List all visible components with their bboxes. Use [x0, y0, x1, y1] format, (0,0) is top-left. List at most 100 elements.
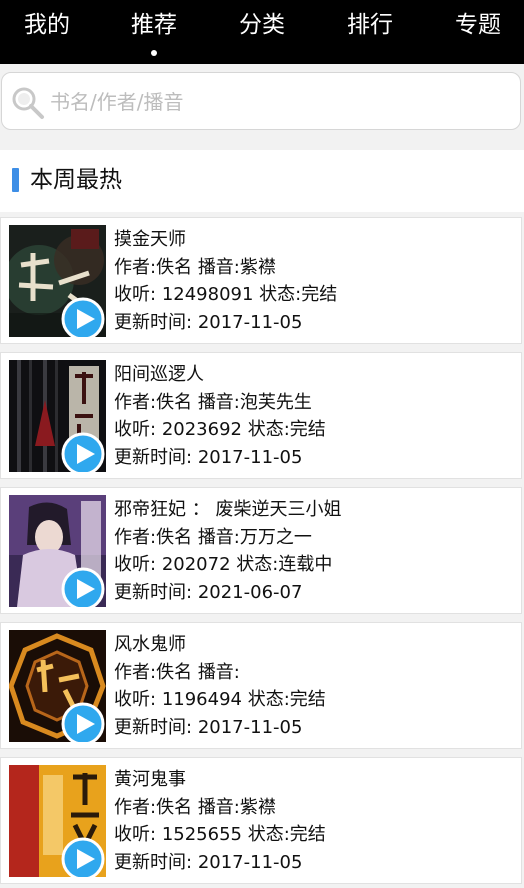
author-label: 作者: — [114, 526, 157, 548]
search-icon[interactable] — [10, 85, 46, 121]
book-info: 邪帝狂妃 ： 废柴逆天三小姐 作者:佚名 播音:万万之一 收听: 202072 … — [114, 496, 341, 606]
book-cover[interactable] — [9, 360, 106, 472]
book-stats: 收听: 12498091 状态:完结 — [114, 281, 337, 309]
author-label: 作者: — [114, 796, 157, 818]
book-credits: 作者:佚名 播音:泡芙先生 — [114, 389, 326, 417]
status-label: 状态: — [247, 824, 290, 845]
status-label: 状态: — [259, 284, 302, 305]
updated-date: 2017-11-05 — [197, 311, 303, 333]
status-label: 状态: — [247, 689, 290, 710]
search-bar — [1, 72, 521, 130]
active-tab-indicator — [151, 50, 157, 56]
book-credits: 作者:佚名 播音:紫襟 — [114, 794, 326, 822]
book-cover[interactable] — [9, 630, 106, 742]
narrator-label: 播音: — [197, 526, 240, 548]
narrator-label: 播音: — [197, 256, 240, 278]
book-updated: 更新时间: 2017-11-05 — [114, 849, 326, 877]
list-item[interactable]: 邪帝狂妃 ： 废柴逆天三小姐 作者:佚名 播音:万万之一 收听: 202072 … — [0, 487, 522, 614]
section-accent-bar — [12, 168, 19, 192]
book-status: 完结 — [289, 824, 326, 845]
listens-label: 收听: — [114, 284, 157, 305]
status-label: 状态: — [236, 554, 279, 575]
listens-label: 收听: — [114, 689, 157, 710]
book-title[interactable]: 阳间巡逻人 — [114, 361, 326, 389]
section-header: 本周最热 — [0, 150, 524, 212]
book-status: 完结 — [289, 689, 326, 710]
book-stats: 收听: 202072 状态:连载中 — [114, 551, 341, 579]
tab-mine[interactable]: 我的 — [7, 10, 87, 40]
list-item[interactable]: 摸金天师 作者:佚名 播音:紫襟 收听: 12498091 状态:完结 更新时间… — [0, 217, 522, 344]
author-name: 佚名 — [156, 796, 193, 818]
narrator-label: 播音: — [197, 661, 240, 683]
play-icon[interactable] — [61, 837, 105, 877]
listen-count: 1196494 — [161, 689, 242, 710]
updated-label: 更新时间: — [114, 311, 193, 333]
book-title[interactable]: 摸金天师 — [114, 226, 337, 254]
book-info: 黄河鬼事 作者:佚名 播音:紫襟 收听: 1525655 状态:完结 更新时间:… — [114, 766, 326, 876]
tab-label: 分类 — [239, 12, 285, 38]
book-status: 完结 — [301, 284, 338, 305]
tab-topics[interactable]: 专题 — [438, 10, 518, 40]
listens-label: 收听: — [114, 419, 157, 440]
author-label: 作者: — [114, 391, 157, 413]
tab-category[interactable]: 分类 — [222, 10, 302, 40]
tab-recommend[interactable]: 推荐 — [114, 10, 194, 56]
updated-date: 2017-11-05 — [197, 851, 303, 873]
book-info: 阳间巡逻人 作者:佚名 播音:泡芙先生 收听: 2023692 状态:完结 更新… — [114, 361, 326, 471]
play-icon[interactable] — [61, 702, 105, 742]
tab-label: 我的 — [24, 12, 70, 38]
book-cover[interactable] — [9, 225, 106, 337]
narrator-name: 紫襟 — [239, 256, 276, 278]
book-title[interactable]: 邪帝狂妃 ： 废柴逆天三小姐 — [114, 496, 341, 524]
book-title[interactable]: 黄河鬼事 — [114, 766, 326, 794]
book-stats: 收听: 1525655 状态:完结 — [114, 821, 326, 849]
listen-count: 1525655 — [161, 824, 242, 845]
section-title: 本周最热 — [30, 167, 122, 193]
list-item[interactable]: 阳间巡逻人 作者:佚名 播音:泡芙先生 收听: 2023692 状态:完结 更新… — [0, 352, 522, 479]
tab-label: 推荐 — [131, 12, 177, 38]
search-input[interactable] — [48, 83, 512, 121]
listen-count: 2023692 — [161, 419, 242, 440]
author-name: 佚名 — [156, 391, 193, 413]
book-credits: 作者:佚名 播音: — [114, 659, 326, 687]
narrator-label: 播音: — [197, 391, 240, 413]
book-title[interactable]: 风水鬼师 — [114, 631, 326, 659]
author-name: 佚名 — [156, 256, 193, 278]
book-stats: 收听: 2023692 状态:完结 — [114, 416, 326, 444]
play-icon[interactable] — [61, 567, 105, 607]
listen-count: 12498091 — [161, 284, 254, 305]
list-item[interactable]: 风水鬼师 作者:佚名 播音: 收听: 1196494 状态:完结 更新时间: 2… — [0, 622, 522, 749]
updated-date: 2017-11-05 — [197, 716, 303, 738]
listen-count: 202072 — [161, 554, 231, 575]
tab-label: 排行 — [347, 12, 393, 38]
play-icon[interactable] — [61, 297, 105, 337]
book-credits: 作者:佚名 播音:万万之一 — [114, 524, 341, 552]
author-name: 佚名 — [156, 661, 193, 683]
book-cover[interactable] — [9, 495, 106, 607]
updated-date: 2017-11-05 — [197, 446, 303, 468]
play-icon[interactable] — [61, 432, 105, 472]
book-info: 风水鬼师 作者:佚名 播音: 收听: 1196494 状态:完结 更新时间: 2… — [114, 631, 326, 741]
updated-date: 2021-06-07 — [197, 581, 303, 603]
narrator-name: 万万之一 — [239, 526, 312, 548]
listens-label: 收听: — [114, 824, 157, 845]
status-label: 状态: — [247, 419, 290, 440]
book-updated: 更新时间: 2017-11-05 — [114, 444, 326, 472]
narrator-label: 播音: — [197, 796, 240, 818]
updated-label: 更新时间: — [114, 851, 193, 873]
listens-label: 收听: — [114, 554, 157, 575]
narrator-name: 泡芙先生 — [239, 391, 312, 413]
book-info: 摸金天师 作者:佚名 播音:紫襟 收听: 12498091 状态:完结 更新时间… — [114, 226, 337, 336]
updated-label: 更新时间: — [114, 446, 193, 468]
book-status: 完结 — [289, 419, 326, 440]
tab-ranking[interactable]: 排行 — [330, 10, 410, 40]
author-label: 作者: — [114, 256, 157, 278]
author-name: 佚名 — [156, 526, 193, 548]
author-label: 作者: — [114, 661, 157, 683]
top-nav: 我的 推荐 分类 排行 专题 — [0, 0, 524, 64]
book-cover[interactable] — [9, 765, 106, 877]
book-updated: 更新时间: 2021-06-07 — [114, 579, 341, 607]
book-updated: 更新时间: 2017-11-05 — [114, 714, 326, 742]
book-updated: 更新时间: 2017-11-05 — [114, 309, 337, 337]
list-item[interactable]: 黄河鬼事 作者:佚名 播音:紫襟 收听: 1525655 状态:完结 更新时间:… — [0, 757, 522, 884]
